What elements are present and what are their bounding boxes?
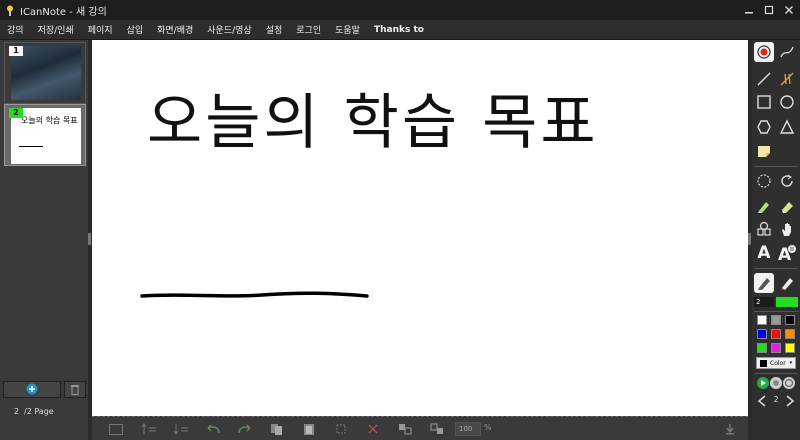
redo-icon[interactable] bbox=[236, 422, 254, 436]
color-swatch-blue[interactable] bbox=[757, 329, 767, 339]
color-swatch-orange[interactable] bbox=[785, 329, 795, 339]
menu-thanks-to[interactable]: Thanks to bbox=[367, 25, 431, 35]
hexagon-tool-icon[interactable] bbox=[754, 117, 774, 137]
menu-screen-background[interactable]: 화면/배경 bbox=[150, 23, 200, 36]
menu-settings[interactable]: 설정 bbox=[259, 23, 290, 36]
app-window: ICanNote - 새 강의 강의 저장/인쇄 페이지 삽입 화면/배경 사운… bbox=[0, 0, 800, 440]
text-tool-icon[interactable]: A bbox=[754, 243, 774, 263]
divider bbox=[754, 166, 798, 167]
prev-page-icon[interactable] bbox=[752, 391, 772, 411]
color-picker-button[interactable]: Color ▾ bbox=[756, 357, 796, 369]
paste-icon[interactable] bbox=[300, 422, 318, 436]
bring-forward-icon[interactable] bbox=[140, 422, 158, 436]
divider bbox=[754, 311, 798, 312]
total-pages: /2 Page bbox=[24, 407, 54, 416]
next-page-icon[interactable] bbox=[780, 391, 800, 411]
current-page: 2 bbox=[14, 407, 20, 416]
menu-insert[interactable]: 삽입 bbox=[120, 23, 151, 36]
eraser-icon[interactable] bbox=[777, 196, 797, 216]
circle-tool-icon[interactable] bbox=[777, 92, 797, 112]
freehand-pen-icon[interactable] bbox=[777, 42, 797, 62]
add-page-button[interactable] bbox=[3, 381, 61, 398]
splitter-grip bbox=[88, 233, 91, 245]
current-color-chip bbox=[760, 359, 767, 367]
highlighter-icon[interactable] bbox=[754, 196, 774, 216]
color-swatch-white[interactable] bbox=[757, 315, 767, 325]
close-icon[interactable] bbox=[780, 1, 798, 19]
color-button-label: Color bbox=[770, 359, 786, 367]
color-swatch-yellow[interactable] bbox=[785, 343, 795, 353]
shape-group-icon[interactable] bbox=[754, 219, 774, 239]
screen-capture-icon[interactable] bbox=[108, 422, 124, 436]
color-swatch-black[interactable] bbox=[785, 315, 795, 325]
rotate-icon[interactable] bbox=[777, 171, 797, 191]
page-number-badge: 2 bbox=[9, 108, 23, 118]
marker-icon[interactable] bbox=[777, 273, 797, 293]
color-swatch-magenta[interactable] bbox=[771, 343, 781, 353]
color-swatch-gray[interactable] bbox=[771, 315, 781, 325]
page-number-badge: 1 bbox=[9, 46, 23, 56]
hand-pan-icon[interactable] bbox=[777, 219, 797, 239]
triangle-tool-icon[interactable] bbox=[777, 117, 797, 137]
title-bar: ICanNote - 새 강의 bbox=[0, 0, 800, 20]
crop-icon[interactable] bbox=[332, 422, 350, 436]
lasso-select-icon[interactable] bbox=[754, 171, 774, 191]
group-icon[interactable] bbox=[396, 422, 414, 436]
window-title: ICanNote - 새 강의 bbox=[20, 6, 107, 18]
menu-lecture[interactable]: 강의 bbox=[0, 23, 31, 36]
color-swatch-red[interactable] bbox=[771, 329, 781, 339]
download-icon[interactable] bbox=[722, 422, 738, 436]
menu-sound-video[interactable]: 사운드/영상 bbox=[200, 23, 258, 36]
ink-layer bbox=[140, 291, 369, 298]
dashed-line-tool-icon[interactable] bbox=[777, 69, 797, 89]
divider bbox=[754, 268, 798, 269]
ungroup-icon[interactable] bbox=[428, 422, 446, 436]
menu-login[interactable]: 로그인 bbox=[289, 23, 328, 36]
trash-icon bbox=[70, 380, 80, 399]
clear-icon[interactable] bbox=[364, 422, 382, 436]
drawing-canvas[interactable]: 오늘의 학습 목표 bbox=[92, 40, 748, 416]
page-thumbnail-1[interactable]: 1 bbox=[4, 42, 86, 104]
page-counter: 2/2 Page bbox=[4, 407, 86, 416]
pen-icon[interactable] bbox=[754, 273, 774, 293]
chevron-down-icon: ▾ bbox=[789, 360, 793, 366]
minimize-icon[interactable] bbox=[740, 1, 758, 19]
hand-drawn-underline bbox=[140, 291, 369, 298]
page-thumbnail-2[interactable]: 오늘의 학습 목표 2 bbox=[4, 104, 86, 166]
record-icon[interactable] bbox=[754, 42, 774, 62]
text-format-icon[interactable]: A bbox=[777, 243, 797, 263]
thumbnail-stroke bbox=[19, 146, 43, 147]
delete-page-button[interactable] bbox=[64, 381, 86, 398]
send-backward-icon[interactable] bbox=[172, 422, 190, 436]
sticky-note-icon[interactable] bbox=[754, 141, 774, 161]
settings-record-icon[interactable] bbox=[779, 373, 799, 393]
color-swatch-green[interactable] bbox=[757, 343, 767, 353]
menu-save-print[interactable]: 저장/인쇄 bbox=[31, 23, 81, 36]
zoom-unit-label: % bbox=[484, 423, 492, 432]
rectangle-tool-icon[interactable] bbox=[754, 92, 774, 112]
line-tool-icon[interactable] bbox=[754, 69, 774, 89]
copy-icon[interactable] bbox=[268, 422, 286, 436]
thumbnail-heading: 오늘의 학습 목표 bbox=[21, 116, 78, 125]
app-logo-icon bbox=[5, 4, 15, 16]
maximize-icon[interactable] bbox=[760, 1, 778, 19]
tool-panel: A A 2 Color ▾ 2 bbox=[752, 40, 800, 440]
zoom-input[interactable]: 100 bbox=[455, 422, 481, 436]
splitter-grip bbox=[748, 233, 751, 245]
add-icon bbox=[26, 380, 38, 399]
menu-bar: 강의 저장/인쇄 페이지 삽입 화면/배경 사운드/영상 설정 로그인 도움말 … bbox=[0, 20, 800, 40]
pen-size-select[interactable]: 2 bbox=[754, 297, 774, 307]
menu-page[interactable]: 페이지 bbox=[81, 23, 120, 36]
pen-color-select[interactable] bbox=[776, 297, 798, 307]
menu-help[interactable]: 도움말 bbox=[328, 23, 367, 36]
bottom-toolbar: 100 % bbox=[92, 416, 748, 440]
undo-icon[interactable] bbox=[204, 422, 222, 436]
